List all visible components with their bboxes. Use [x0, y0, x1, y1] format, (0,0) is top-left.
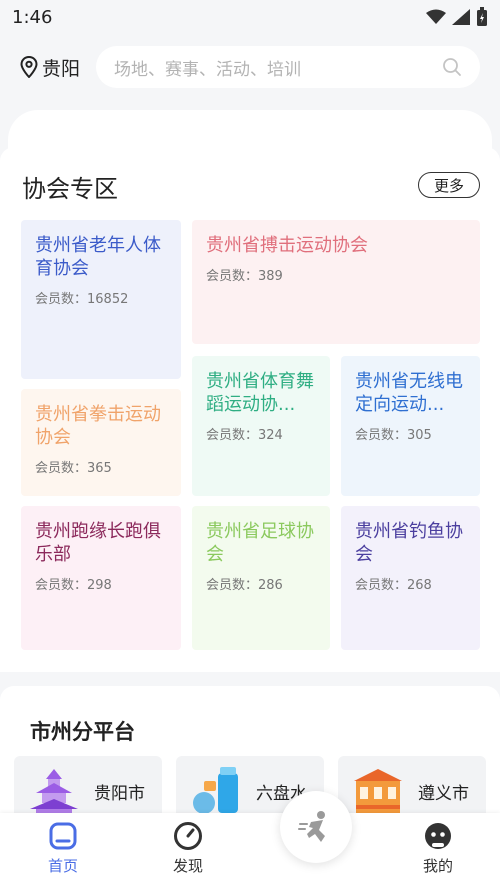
city-name: 贵阳市	[94, 783, 145, 804]
member-count: 会员数：268	[355, 578, 432, 593]
member-count: 会员数：389	[206, 269, 283, 284]
association-card[interactable]: 贵州省搏击运动协会 会员数：389	[192, 220, 480, 344]
building-icon	[354, 769, 402, 815]
association-card[interactable]: 贵州省无线电定向运动... 会员数：305	[341, 356, 480, 496]
center-action-button[interactable]	[280, 791, 352, 863]
top-bar: 贵阳 场地、赛事、活动、培训	[0, 44, 500, 90]
search-input[interactable]: 场地、赛事、活动、培训	[96, 46, 480, 88]
cans-icon	[193, 767, 238, 814]
association-name: 贵州省搏击运动协会	[206, 235, 368, 256]
member-count: 会员数：298	[35, 578, 112, 593]
compass-icon	[174, 822, 202, 850]
member-count: 会员数：324	[206, 428, 283, 443]
city-selector[interactable]: 贵阳	[20, 54, 96, 81]
member-count: 会员数：305	[355, 428, 432, 443]
member-count: 会员数：286	[206, 578, 283, 593]
city-platform-section: 市州分平台 贵阳市 六盘水 遵义市	[0, 686, 500, 826]
association-card[interactable]: 贵州省钓鱼协会 会员数：268	[341, 506, 480, 650]
tab-label: 发现	[172, 857, 203, 875]
member-count: 会员数：16852	[35, 292, 129, 307]
section-title: 协会专区	[22, 175, 118, 203]
association-card[interactable]: 贵州省体育舞蹈运动协... 会员数：324	[192, 356, 330, 496]
battery-icon	[477, 7, 487, 26]
association-name: 贵州跑缘长跑俱乐部	[35, 521, 161, 565]
city-name: 贵阳	[42, 57, 81, 80]
tab-discover[interactable]: 发现	[148, 821, 228, 876]
association-card[interactable]: 贵州省拳击运动协会 会员数：365	[21, 389, 181, 496]
association-name: 贵州省体育舞蹈运动协...	[206, 371, 314, 415]
association-card[interactable]: 贵州省老年人体育协会 会员数：16852	[21, 220, 181, 379]
association-card[interactable]: 贵州跑缘长跑俱乐部 会员数：298	[21, 506, 181, 650]
more-button[interactable]: 更多	[418, 172, 480, 198]
runner-icon	[298, 811, 325, 842]
location-pin-icon	[20, 56, 38, 78]
association-name: 贵州省钓鱼协会	[355, 521, 463, 565]
pagoda-icon	[30, 769, 78, 815]
member-count: 会员数：365	[35, 461, 112, 476]
tab-home[interactable]: 首页	[23, 821, 103, 876]
bottom-tab-bar: 首页 发现 我的	[0, 813, 500, 889]
association-name: 贵州省拳击运动协会	[35, 404, 161, 448]
association-section: 协会专区 更多 贵州省老年人体育协会 会员数：16852 贵州省搏击运动协会 会…	[0, 147, 500, 672]
search-placeholder: 场地、赛事、活动、培训	[114, 59, 301, 80]
search-icon[interactable]	[442, 57, 462, 77]
city-section-title: 市州分平台	[30, 720, 135, 744]
association-name: 贵州省老年人体育协会	[35, 235, 161, 279]
status-time: 1:46	[12, 6, 53, 28]
tab-mine[interactable]: 我的	[398, 821, 478, 876]
signal-icon	[452, 9, 470, 25]
robot-face-icon	[425, 823, 451, 849]
wifi-icon	[426, 9, 446, 24]
city-name: 遵义市	[418, 783, 469, 804]
association-name: 贵州省无线电定向运动...	[355, 371, 463, 415]
status-bar: 1:46	[0, 0, 500, 34]
home-icon	[49, 822, 77, 850]
association-name: 贵州省足球协会	[206, 521, 314, 565]
tab-label: 我的	[422, 857, 453, 875]
association-card[interactable]: 贵州省足球协会 会员数：286	[192, 506, 330, 650]
tab-label: 首页	[47, 857, 78, 875]
status-icons	[426, 7, 488, 27]
